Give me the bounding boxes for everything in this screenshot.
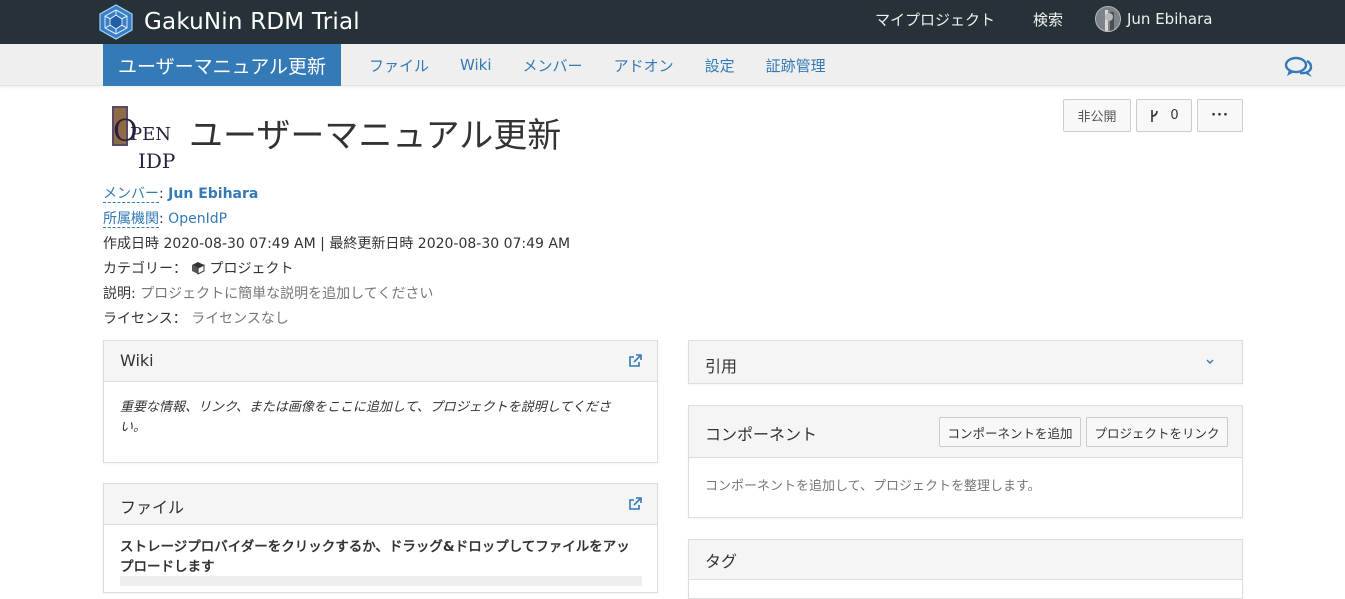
- project-tabs: ファイル Wiki メンバー アドオン 設定 証跡管理: [369, 44, 857, 86]
- fork-count: 0: [1170, 108, 1179, 123]
- files-panel: ファイル ストレージプロバイダーをクリックするか、ドラッグ&ドロップしてファイル…: [103, 483, 658, 593]
- dates-row: 作成日時 2020-08-30 07:49 AM | 最終更新日時 2020-0…: [103, 236, 571, 252]
- brand-name: GakuNin RDM Trial: [144, 9, 360, 35]
- components-panel-title: コンポーネント: [705, 425, 818, 444]
- logo-text-idp: IDP: [138, 149, 175, 173]
- project-title-tab[interactable]: ユーザーマニュアル更新: [103, 44, 342, 86]
- tab-addons[interactable]: アドオン: [614, 55, 674, 76]
- more-options-button[interactable]: ···: [1197, 99, 1243, 132]
- external-link-icon[interactable]: [628, 497, 642, 511]
- logo-text-open: PEN: [130, 124, 171, 145]
- tab-audit-log[interactable]: 証跡管理: [766, 55, 826, 76]
- fork-button[interactable]: 0: [1136, 99, 1192, 132]
- avatar-image-icon: [1096, 7, 1120, 31]
- members-label[interactable]: メンバー: [103, 186, 159, 203]
- members-row: メンバー: Jun Ebihara: [103, 186, 259, 203]
- description-row: 説明: プロジェクトに簡単な説明を追加してください: [103, 283, 433, 303]
- search-link[interactable]: 検索: [1033, 9, 1063, 30]
- citation-panel-title: 引用: [705, 357, 738, 376]
- affiliation-label[interactable]: 所属機関: [103, 211, 159, 228]
- tab-files[interactable]: ファイル: [369, 55, 429, 76]
- member-link[interactable]: Jun Ebihara: [168, 186, 258, 202]
- category-value: プロジェクト: [209, 261, 294, 277]
- gakunin-logo-icon: [99, 4, 133, 40]
- tab-settings[interactable]: 設定: [705, 55, 735, 76]
- components-panel-header: コンポーネント コンポーネントを追加 プロジェクトをリンク: [689, 406, 1242, 458]
- public-private-button[interactable]: 非公開: [1063, 99, 1131, 132]
- category-row: カテゴリー： プロジェクト: [103, 258, 293, 278]
- description-label: 説明:: [103, 286, 136, 302]
- user-name: Jun Ebihara: [1127, 10, 1213, 28]
- files-list-header: [120, 576, 642, 586]
- tags-panel: タグ: [688, 539, 1243, 599]
- license-row: ライセンス： ライセンスなし: [103, 308, 289, 328]
- citation-panel-header[interactable]: 引用: [689, 341, 1242, 383]
- my-projects-link[interactable]: マイプロジェクト: [875, 9, 995, 30]
- top-navbar: GakuNin RDM Trial マイプロジェクト 検索 Jun Ebihar…: [0, 0, 1345, 44]
- openidp-logo: O PEN IDP: [112, 106, 175, 173]
- files-panel-title: ファイル: [120, 498, 185, 517]
- wiki-panel-title: Wiki: [120, 351, 154, 370]
- affiliation-row: 所属機関: OpenIdP: [103, 211, 228, 228]
- files-panel-header: ファイル: [104, 484, 657, 525]
- components-placeholder-text: コンポーネントを追加して、プロジェクトを整理します。: [705, 479, 1041, 494]
- license-value[interactable]: ライセンスなし: [191, 311, 289, 327]
- wiki-placeholder-text: 重要な情報、リンク、または画像をここに追加して、プロジェクトを説明してください。: [120, 400, 612, 435]
- tab-members[interactable]: メンバー: [523, 55, 583, 76]
- fork-icon: [1151, 109, 1159, 122]
- components-panel: コンポーネント コンポーネントを追加 プロジェクトをリンク コンポーネントを追加…: [688, 405, 1243, 518]
- avatar: [1095, 6, 1121, 32]
- category-label: カテゴリー：: [103, 261, 187, 277]
- link-project-button[interactable]: プロジェクトをリンク: [1086, 417, 1228, 447]
- affiliation-link[interactable]: OpenIdP: [168, 211, 227, 227]
- license-label: ライセンス：: [103, 311, 187, 327]
- project-navbar: ユーザーマニュアル更新 ファイル Wiki メンバー アドオン 設定 証跡管理: [0, 44, 1345, 86]
- page-title: ユーザーマニュアル更新: [189, 116, 562, 156]
- tags-panel-title: タグ: [705, 552, 738, 571]
- external-link-icon[interactable]: [628, 354, 642, 368]
- tags-panel-header: タグ: [689, 540, 1242, 580]
- user-menu[interactable]: Jun Ebihara: [1095, 6, 1212, 32]
- description-value[interactable]: プロジェクトに簡単な説明を追加してください: [140, 286, 433, 302]
- chevron-down-icon[interactable]: [1204, 355, 1216, 367]
- files-instruction-text: ストレージプロバイダーをクリックするか、ドラッグ&ドロップしてファイルをアップロ…: [120, 539, 630, 575]
- citation-panel[interactable]: 引用: [688, 340, 1243, 384]
- cube-icon: [192, 262, 205, 275]
- tab-wiki[interactable]: Wiki: [460, 56, 492, 74]
- wiki-panel-header: Wiki: [104, 341, 657, 382]
- add-component-button[interactable]: コンポーネントを追加: [939, 417, 1081, 447]
- brand[interactable]: GakuNin RDM Trial: [98, 4, 360, 40]
- comments-icon[interactable]: [1284, 56, 1314, 78]
- wiki-panel: Wiki 重要な情報、リンク、または画像をここに追加して、プロジェクトを説明して…: [103, 340, 658, 463]
